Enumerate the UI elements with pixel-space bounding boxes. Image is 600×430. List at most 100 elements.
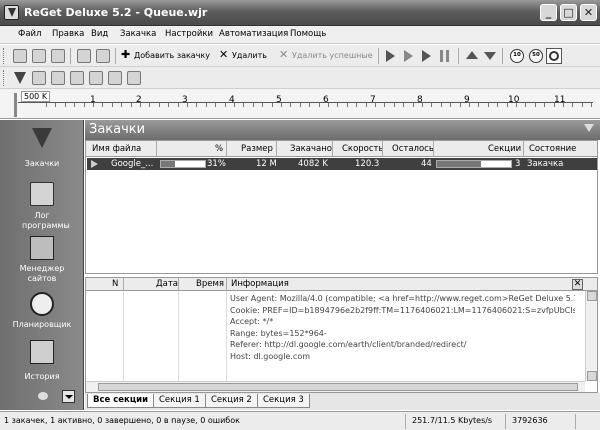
minimize-button[interactable]: _ — [540, 4, 557, 21]
funnel-icon — [30, 126, 54, 150]
toolbar-grip[interactable] — [3, 70, 6, 86]
column-divider — [123, 291, 124, 381]
ruler-minor-tick — [572, 103, 574, 107]
row-sections-fill — [437, 161, 482, 167]
nav-site-manager[interactable]: Менеджер сайтов — [0, 236, 84, 292]
scroll-thumb[interactable] — [98, 383, 578, 391]
ruler-minor-tick — [121, 103, 123, 107]
history-icon[interactable] — [89, 71, 103, 85]
tab-section-1[interactable]: Секция 1 — [153, 394, 206, 408]
limit-50-icon[interactable]: 50 — [529, 49, 543, 63]
menu-file[interactable]: Файл — [18, 29, 41, 39]
menu-download[interactable]: Закачка — [120, 29, 156, 39]
nav-downloads[interactable]: Закачки — [0, 126, 84, 174]
app-icon[interactable] — [4, 5, 19, 20]
delete-button[interactable]: Удалить — [232, 51, 267, 60]
save-icon[interactable] — [51, 49, 65, 63]
panel-dropdown-button[interactable] — [62, 390, 75, 403]
paste-icon[interactable] — [96, 49, 110, 63]
start-icon[interactable] — [386, 50, 395, 62]
scroll-down-icon[interactable] — [587, 371, 597, 381]
network-icon[interactable] — [127, 71, 141, 85]
col-state[interactable]: Состояние — [529, 144, 576, 154]
menu-automation[interactable]: Автоматизация — [219, 29, 288, 39]
limit-10-icon[interactable]: 10 — [510, 49, 524, 63]
filter-icon[interactable] — [14, 72, 26, 84]
close-info-button[interactable]: ✕ — [572, 279, 583, 290]
status-bar: 1 закачек, 1 активно, 0 завершено, 0 в п… — [0, 411, 600, 430]
new-icon[interactable] — [13, 49, 27, 63]
ruler-minor-tick — [234, 103, 235, 107]
ruler-minor-tick — [252, 103, 254, 107]
nav-program-log[interactable]: Лог программы — [0, 182, 84, 234]
table-row[interactable]: Google_... 31% 12 M 4082 K 120.3 44 3 За… — [87, 158, 597, 170]
col-info[interactable]: Информация — [231, 279, 289, 289]
nav-scheduler[interactable]: Планировщик — [0, 292, 84, 336]
open-icon[interactable] — [32, 49, 46, 63]
delete-icon[interactable]: ✕ — [219, 48, 228, 61]
column-separator — [276, 141, 277, 157]
ruler-minor-tick — [337, 103, 339, 107]
log-icon[interactable] — [32, 71, 46, 85]
maximize-button[interactable]: □ — [560, 4, 577, 21]
start-all-icon[interactable] — [404, 50, 413, 62]
move-up-icon[interactable] — [466, 51, 478, 59]
tab-section-2[interactable]: Секция 2 — [205, 394, 258, 408]
row-state: Закачка — [527, 159, 564, 169]
sites-icon[interactable] — [51, 71, 65, 85]
ruler-minor-tick — [516, 103, 517, 107]
col-name[interactable]: Имя файла — [92, 144, 141, 154]
col-time[interactable]: Время — [196, 279, 224, 289]
ruler-minor-tick — [375, 103, 376, 107]
vertical-scrollbar[interactable] — [585, 291, 597, 381]
chevron-down-icon[interactable] — [584, 124, 594, 132]
log-book-icon — [30, 182, 54, 206]
tab-all-sections[interactable]: Все секции — [87, 394, 155, 408]
ruler-minor-tick — [506, 103, 508, 107]
close-button[interactable]: ✕ — [580, 4, 597, 21]
downloads-table: Имя файла % Размер Закачано Скорость Ост… — [85, 140, 598, 274]
col-sections[interactable]: Секции — [488, 144, 521, 154]
clock-icon[interactable] — [70, 71, 84, 85]
menu-settings[interactable]: Настройки — [165, 29, 213, 39]
add-icon[interactable]: ✚ — [121, 48, 130, 61]
ruler-minor-tick — [487, 103, 489, 107]
add-download-button[interactable]: Добавить закачку — [134, 51, 210, 60]
speed-ruler[interactable]: 500 K 1 2 3 4 5 6 7 8 9 10 11 — [0, 89, 600, 119]
ruler-minor-tick — [168, 103, 170, 107]
copy-icon[interactable] — [77, 49, 91, 63]
tab-section-3[interactable]: Секция 3 — [257, 394, 310, 408]
menu-help[interactable]: Помощь — [290, 29, 326, 39]
ruler-minor-tick — [459, 103, 461, 107]
info-line: Host: dl.google.com — [230, 351, 311, 361]
ruler-minor-tick — [271, 103, 273, 107]
ruler-tick: 10 — [508, 95, 520, 105]
resume-icon[interactable] — [422, 50, 431, 62]
toolbar-grip[interactable] — [3, 48, 6, 64]
scroll-up-icon[interactable] — [587, 291, 597, 301]
col-date[interactable]: Дата — [156, 279, 178, 289]
ruler-minor-tick — [196, 103, 198, 107]
col-percent[interactable]: % — [215, 144, 223, 154]
speed-slider-handle[interactable] — [14, 93, 17, 117]
move-down-icon[interactable] — [484, 52, 496, 60]
delete-success-icon[interactable]: ✕ — [279, 48, 288, 61]
row-downloaded: 4082 K — [298, 159, 328, 169]
delete-success-button[interactable]: Удалить успешные — [292, 51, 373, 60]
ruler-minor-tick — [440, 103, 442, 107]
col-remaining[interactable]: Осталось — [392, 144, 434, 154]
info-line: Cookie: PREF=ID=b1894796e2b2f9ff:TM=1176… — [230, 305, 575, 315]
panel-menu-icon[interactable] — [38, 392, 48, 400]
col-downloaded[interactable]: Закачано — [290, 144, 332, 154]
menu-bar: Файл Правка Вид Закачка Настройки Автома… — [0, 26, 600, 44]
col-size[interactable]: Размер — [241, 144, 273, 154]
pause-icon[interactable] — [440, 50, 449, 62]
connection-icon[interactable] — [108, 71, 122, 85]
menu-view[interactable]: Вид — [91, 29, 108, 39]
horizontal-scrollbar[interactable] — [86, 381, 585, 392]
nav-history[interactable]: История — [0, 340, 84, 384]
col-speed[interactable]: Скорость — [342, 144, 384, 154]
stop-limit-icon[interactable] — [546, 48, 562, 64]
menu-edit[interactable]: Правка — [52, 29, 84, 39]
col-n[interactable]: N — [112, 279, 118, 289]
